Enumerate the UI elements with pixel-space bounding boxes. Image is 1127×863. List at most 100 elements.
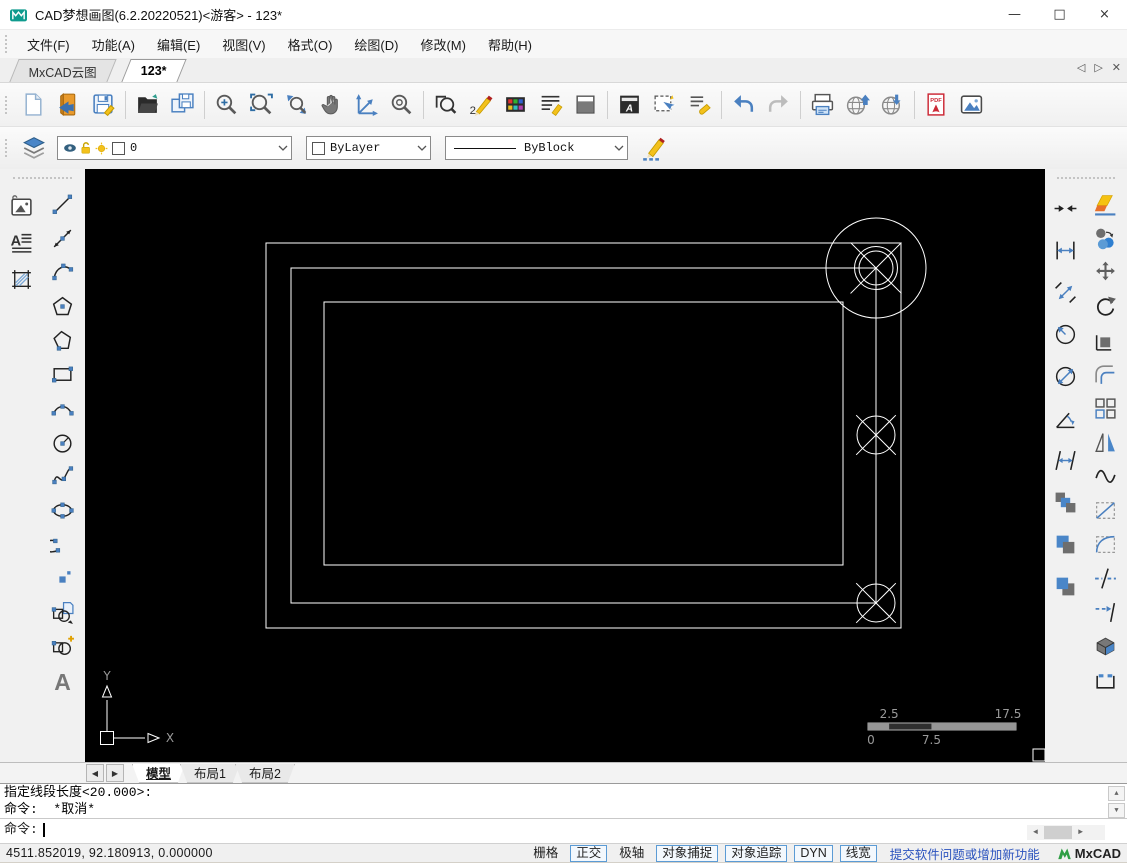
zoom-in-button[interactable] [209, 87, 244, 122]
tab-scroll-right-icon[interactable]: ▷ [1094, 61, 1102, 74]
color-select[interactable]: ByLayer [306, 136, 431, 160]
zoom-extents-button[interactable] [279, 87, 314, 122]
tab-123[interactable]: 123* [121, 59, 186, 82]
order-swap-button[interactable] [1047, 565, 1083, 607]
spline-button[interactable] [44, 459, 80, 493]
order-front-button[interactable] [1047, 523, 1083, 565]
menu-view[interactable]: 视图(V) [211, 32, 276, 57]
dim-angular-button[interactable] [1047, 397, 1083, 439]
mirror-button[interactable] [1087, 425, 1123, 459]
ellipse-arc-button[interactable] [44, 527, 80, 561]
layout-prev-icon[interactable]: ◀ [86, 764, 104, 782]
tab-model[interactable]: 模型 [132, 764, 185, 783]
save-as-button[interactable] [165, 87, 200, 122]
layer-color-swatch[interactable] [112, 142, 125, 155]
stretch-button[interactable] [1087, 663, 1123, 697]
toggle-polar[interactable]: 极轴 [614, 846, 649, 861]
maximize-button[interactable]: □ [1037, 0, 1082, 29]
layer-manager-button[interactable] [16, 131, 51, 166]
wipeout-button[interactable] [568, 87, 603, 122]
match-props-button[interactable] [682, 87, 717, 122]
line-button[interactable] [44, 187, 80, 221]
zoom-center-button[interactable] [384, 87, 419, 122]
block-insert-button[interactable] [44, 595, 80, 629]
text-single-button[interactable]: A [44, 663, 80, 697]
drawing-canvas[interactable]: 2.517.507.5YX [85, 169, 1045, 762]
tab-layout2[interactable]: 布局2 [235, 764, 295, 783]
rectangle-button[interactable] [44, 357, 80, 391]
polyline-button[interactable] [44, 323, 80, 357]
text-lines-button[interactable] [533, 87, 568, 122]
curve-button[interactable] [1087, 459, 1123, 493]
undo-button[interactable] [726, 87, 761, 122]
image-insert-button[interactable] [3, 187, 39, 224]
open-drawing-button[interactable] [51, 87, 86, 122]
toggle-grid[interactable]: 栅格 [528, 846, 563, 861]
xline-button[interactable] [44, 221, 80, 255]
scroll-right-icon[interactable]: ► [1072, 825, 1089, 840]
linetype-manager-button[interactable] [636, 131, 671, 166]
web-publish-button[interactable] [840, 87, 875, 122]
layout-next-icon[interactable]: ▶ [106, 764, 124, 782]
dim-radius-button[interactable] [1047, 313, 1083, 355]
hatch-button[interactable] [3, 261, 39, 298]
menu-function[interactable]: 功能(A) [81, 32, 146, 57]
scale-button[interactable] [1087, 323, 1123, 357]
arc-button[interactable] [44, 255, 80, 289]
tab-mxcad-cloud[interactable]: MxCAD云图 [9, 59, 116, 82]
dim-diameter-button[interactable] [1047, 355, 1083, 397]
color-dropdown-arrow-icon[interactable] [413, 137, 430, 159]
erase-button[interactable] [1087, 187, 1123, 221]
menu-file[interactable]: 文件(F) [16, 32, 81, 57]
command-vertical-scrollbar[interactable]: ▲ ▼ [1108, 786, 1125, 818]
move-button[interactable] [1087, 255, 1123, 289]
point-button[interactable] [44, 561, 80, 595]
dim-offset-button[interactable] [1047, 439, 1083, 481]
layer-lock-icon[interactable] [80, 142, 92, 155]
layer-visibility-icon[interactable] [63, 142, 77, 154]
scroll-up-icon[interactable]: ▲ [1108, 786, 1125, 801]
chamfer-button[interactable] [1087, 493, 1123, 527]
sketch-button[interactable]: 2 [463, 87, 498, 122]
feedback-link[interactable]: 提交软件问题或增加新功能 [890, 844, 1040, 863]
extend-button[interactable] [1087, 595, 1123, 629]
offset-button[interactable] [1087, 357, 1123, 391]
menu-draw[interactable]: 绘图(D) [343, 32, 409, 57]
layer-dropdown-arrow-icon[interactable] [274, 137, 291, 159]
block-create-button[interactable] [44, 629, 80, 663]
fillet-button[interactable] [1087, 527, 1123, 561]
circle-button[interactable] [44, 425, 80, 459]
menu-edit[interactable]: 编辑(E) [146, 32, 211, 57]
scrollbar-thumb[interactable] [1044, 826, 1072, 839]
menu-help[interactable]: 帮助(H) [477, 32, 543, 57]
linetype-dropdown-arrow-icon[interactable] [610, 137, 627, 159]
palette-button[interactable] [498, 87, 533, 122]
break-button[interactable] [1087, 561, 1123, 595]
box-3d-button[interactable] [1087, 629, 1123, 663]
save-button[interactable] [86, 87, 121, 122]
converge-button[interactable] [1047, 187, 1083, 229]
arc-3pt-button[interactable] [44, 391, 80, 425]
array-button[interactable] [1087, 391, 1123, 425]
text-style-button[interactable]: A [612, 87, 647, 122]
command-horizontal-scrollbar[interactable]: ◄ ► [1027, 825, 1105, 840]
image-export-button[interactable] [954, 87, 989, 122]
menu-modify[interactable]: 修改(M) [409, 32, 477, 57]
rotate-button[interactable] [1087, 289, 1123, 323]
web-import-button[interactable] [875, 87, 910, 122]
tab-close-icon[interactable]: ✕ [1112, 61, 1121, 74]
command-input[interactable]: 命令: [0, 818, 1127, 841]
layer-on-icon[interactable] [95, 142, 108, 155]
command-window[interactable]: 指定线段长度<20.000>: 命令: *取消* 命令: ▲ ▼ ◄ ► [0, 783, 1127, 843]
zoom-window-button[interactable] [244, 87, 279, 122]
close-button[interactable]: × [1082, 0, 1127, 29]
menu-format[interactable]: 格式(O) [277, 32, 344, 57]
layer-select[interactable]: 0 [57, 136, 292, 160]
scroll-left-icon[interactable]: ◄ [1027, 825, 1044, 840]
print-button[interactable] [805, 87, 840, 122]
open-folder-button[interactable] [130, 87, 165, 122]
pan-button[interactable] [314, 87, 349, 122]
order-back-button[interactable] [1047, 481, 1083, 523]
find-text-button[interactable] [428, 87, 463, 122]
dim-aligned-button[interactable] [1047, 271, 1083, 313]
